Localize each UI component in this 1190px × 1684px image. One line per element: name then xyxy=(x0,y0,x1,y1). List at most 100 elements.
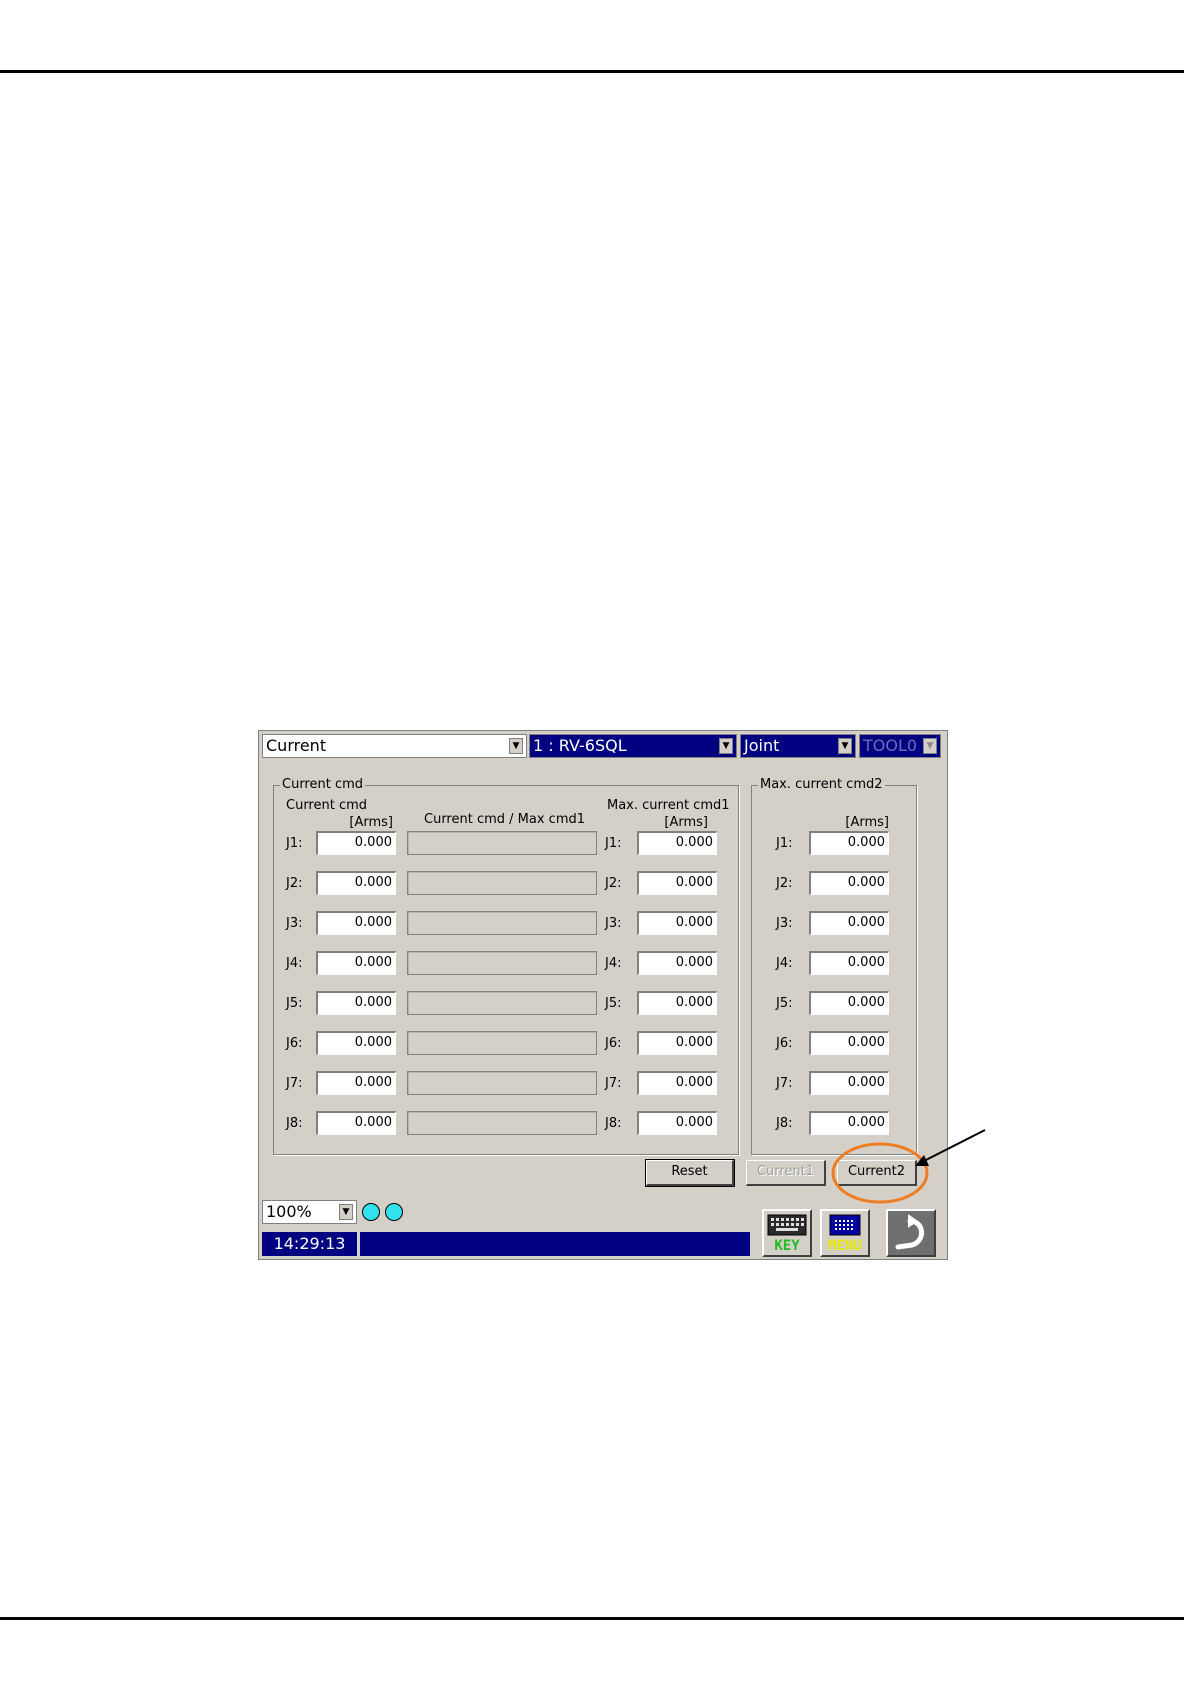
coord-select[interactable]: Joint ▼ xyxy=(740,734,856,758)
monitor-select[interactable]: Current ▼ xyxy=(262,734,527,758)
current-monitor-window: Current ▼ 1 : RV-6SQL ▼ Joint ▼ TOOL0 ▼ … xyxy=(258,730,948,1260)
max-cmd1-header: Max. current cmd1 xyxy=(607,798,730,813)
speed-select-value: 100% xyxy=(266,1202,312,1221)
menu-button-label: MENU xyxy=(828,1238,862,1254)
tool-select: TOOL0 ▼ xyxy=(859,734,941,758)
max-cmd2-field[interactable]: 0.000 xyxy=(809,831,889,855)
current-cmd-field[interactable]: 0.000 xyxy=(316,1111,396,1135)
max-cmd1-field[interactable]: 0.000 xyxy=(637,831,717,855)
menu-button[interactable]: MENU xyxy=(820,1209,870,1257)
current-cmd-field[interactable]: 0.000 xyxy=(316,831,396,855)
row-label: J1: xyxy=(286,836,303,851)
current-cmd-field[interactable]: 0.000 xyxy=(316,951,396,975)
row-label: J6: xyxy=(286,1036,303,1051)
speed-select[interactable]: 100% ▼ xyxy=(262,1200,357,1224)
max-current-cmd2-group-title: Max. current cmd2 xyxy=(758,777,885,792)
robot-select[interactable]: 1 : RV-6SQL ▼ xyxy=(529,734,737,758)
ratio-bar xyxy=(407,951,597,975)
clock-display: 14:29:13 xyxy=(262,1232,357,1256)
chevron-down-icon: ▼ xyxy=(923,738,937,754)
row-label: J8: xyxy=(776,1116,793,1131)
max-cmd1-field[interactable]: 0.000 xyxy=(637,991,717,1015)
row-label: J2: xyxy=(776,876,793,891)
row-label: J2: xyxy=(605,876,622,891)
row-label: J4: xyxy=(286,956,303,971)
chevron-down-icon[interactable]: ▼ xyxy=(838,738,852,754)
max-cmd2-field[interactable]: 0.000 xyxy=(809,951,889,975)
max-cmd1-field[interactable]: 0.000 xyxy=(637,871,717,895)
max-cmd1-field[interactable]: 0.000 xyxy=(637,1111,717,1135)
current-cmd-group-title: Current cmd xyxy=(280,777,366,792)
row-label: J2: xyxy=(286,876,303,891)
ratio-bar xyxy=(407,1111,597,1135)
chevron-down-icon[interactable]: ▼ xyxy=(339,1204,353,1220)
max-current-cmd2-group: Max. current cmd2 [Arms] J1: 0.000 J2: 0… xyxy=(751,777,917,1155)
ratio-bar xyxy=(407,1031,597,1055)
row-label: J7: xyxy=(605,1076,622,1091)
row-label: J3: xyxy=(286,916,303,931)
chevron-down-icon[interactable]: ▼ xyxy=(509,738,523,754)
status-message-bar xyxy=(360,1232,750,1256)
current-cmd-group: Current cmd Current cmd [Arms] Current c… xyxy=(273,777,739,1155)
clock-time: 14:29:13 xyxy=(273,1234,346,1253)
tool-select-value: TOOL0 xyxy=(863,736,918,755)
status-indicator-2 xyxy=(385,1203,403,1221)
max-cmd1-field[interactable]: 0.000 xyxy=(637,1031,717,1055)
current-cmd-unit: [Arms] xyxy=(349,815,393,830)
current-cmd-field[interactable]: 0.000 xyxy=(316,871,396,895)
row-label: J5: xyxy=(776,996,793,1011)
robot-select-value: 1 : RV-6SQL xyxy=(533,736,627,755)
max-cmd2-field[interactable]: 0.000 xyxy=(809,911,889,935)
row-label: J1: xyxy=(776,836,793,851)
chevron-down-icon[interactable]: ▼ xyxy=(719,738,733,754)
row-label: J4: xyxy=(605,956,622,971)
max-cmd2-unit: [Arms] xyxy=(845,815,889,830)
current-cmd-field[interactable]: 0.000 xyxy=(316,1071,396,1095)
status-indicator-1 xyxy=(362,1203,380,1221)
max-cmd1-field[interactable]: 0.000 xyxy=(637,951,717,975)
row-label: J1: xyxy=(605,836,622,851)
ratio-bar xyxy=(407,831,597,855)
current-cmd-header: Current cmd xyxy=(286,798,368,813)
ratio-header: Current cmd / Max cmd1 xyxy=(424,812,586,827)
bottom-rule xyxy=(0,1617,1184,1620)
max-cmd1-field[interactable]: 0.000 xyxy=(637,1071,717,1095)
row-label: J4: xyxy=(776,956,793,971)
keyboard-icon xyxy=(767,1214,807,1236)
coord-select-value: Joint xyxy=(744,736,780,755)
reset-button[interactable]: Reset xyxy=(645,1159,735,1187)
row-label: J6: xyxy=(605,1036,622,1051)
max-cmd2-field[interactable]: 0.000 xyxy=(809,1071,889,1095)
row-label: J6: xyxy=(776,1036,793,1051)
max-cmd2-field[interactable]: 0.000 xyxy=(809,1031,889,1055)
ratio-bar xyxy=(407,991,597,1015)
max-cmd2-field[interactable]: 0.000 xyxy=(809,871,889,895)
current2-button[interactable]: Current2 xyxy=(837,1160,917,1186)
max-cmd1-unit: [Arms] xyxy=(664,815,708,830)
back-button[interactable] xyxy=(886,1209,936,1257)
max-cmd2-field[interactable]: 0.000 xyxy=(809,1111,889,1135)
current-cmd-field[interactable]: 0.000 xyxy=(316,1031,396,1055)
return-arrow-icon xyxy=(895,1214,924,1250)
row-label: J8: xyxy=(605,1116,622,1131)
row-label: J5: xyxy=(605,996,622,1011)
monitor-select-value: Current xyxy=(266,736,327,755)
row-label: J5: xyxy=(286,996,303,1011)
max-cmd1-field[interactable]: 0.000 xyxy=(637,911,717,935)
key-button-label: KEY xyxy=(774,1238,800,1254)
row-label: J7: xyxy=(286,1076,303,1091)
top-rule xyxy=(0,70,1184,73)
key-button[interactable]: KEY xyxy=(762,1209,812,1257)
row-label: J7: xyxy=(776,1076,793,1091)
max-cmd2-field[interactable]: 0.000 xyxy=(809,991,889,1015)
row-label: J3: xyxy=(605,916,622,931)
row-label: J3: xyxy=(776,916,793,931)
current-cmd-field[interactable]: 0.000 xyxy=(316,991,396,1015)
ratio-bar xyxy=(407,911,597,935)
ratio-bar xyxy=(407,871,597,895)
current1-button: Current1 xyxy=(746,1160,826,1186)
ratio-bar xyxy=(407,1071,597,1095)
menu-grid-icon xyxy=(829,1214,861,1236)
current-cmd-field[interactable]: 0.000 xyxy=(316,911,396,935)
row-label: J8: xyxy=(286,1116,303,1131)
